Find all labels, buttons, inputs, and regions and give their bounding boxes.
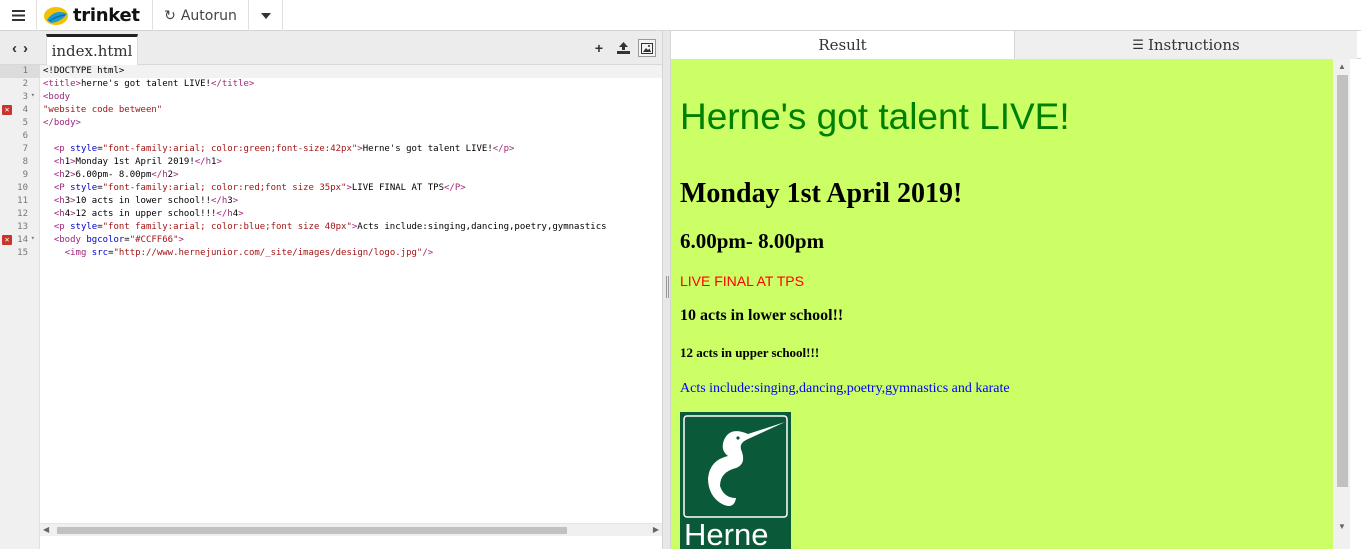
code-line[interactable]: <h2>6.00pm- 8.00pm</h2>	[43, 169, 179, 182]
line-number: 1	[0, 65, 40, 78]
line-number-text: 15	[17, 248, 28, 258]
tab-instructions[interactable]: ☰ Instructions	[1014, 31, 1357, 59]
menu-button[interactable]	[0, 0, 37, 31]
chevron-right-icon[interactable]: ›	[23, 40, 28, 57]
tab-result[interactable]: Result	[671, 31, 1014, 59]
code-line[interactable]: </body>	[43, 117, 81, 130]
line-number-text: 9	[22, 170, 28, 180]
code-line[interactable]: <!DOCTYPE html>	[43, 65, 124, 78]
top-toolbar: trinket ↻ Autorun	[0, 0, 1361, 31]
trinket-logo[interactable]: trinket	[37, 0, 153, 31]
rendered-heading-1: Monday 1st April 2019!	[680, 178, 963, 209]
line-number-text: 6	[22, 131, 28, 141]
line-number-text: 10	[17, 183, 28, 193]
code-editor-pane: ‹ › index.html + 1 2 3 ▾ ✕ 4 5 6 7 8 9 10 11 12 13 ✕ 14 ▾…	[0, 31, 662, 549]
line-number: 5	[0, 117, 40, 130]
hamburger-menu-icon	[11, 10, 25, 21]
image-icon[interactable]	[638, 39, 656, 57]
code-line[interactable]: <P style="font-family:arial; color:red;f…	[43, 182, 466, 195]
line-number-text: 11	[17, 196, 28, 206]
caret-down-icon	[260, 12, 271, 19]
line-number-text: 5	[22, 118, 28, 128]
code-line[interactable]: <p style="font-family:arial; color:green…	[43, 143, 515, 156]
tab-instructions-label: Instructions	[1147, 36, 1240, 54]
code-line[interactable]: <h4>12 acts in upper school!!!</h4>	[43, 208, 244, 221]
editor-tab-bar: ‹ › index.html +	[0, 31, 662, 65]
upload-icon[interactable]	[614, 39, 632, 57]
line-number-text: 1	[22, 66, 28, 76]
result-tab-bar: Result ☰ Instructions	[671, 31, 1361, 59]
plus-icon[interactable]: +	[590, 39, 608, 57]
horizontal-scroll-thumb[interactable]	[57, 527, 567, 534]
editor-tools: +	[590, 39, 656, 57]
rendered-blue-paragraph: Acts include:singing,dancing,poetry,gymn…	[680, 381, 1010, 396]
line-number-text: 14	[17, 235, 28, 245]
code-line[interactable]: <p style="font family:arial; color:blue;…	[43, 221, 607, 234]
code-line[interactable]: <h3>10 acts in lower school!!</h3>	[43, 195, 238, 208]
scroll-right-icon[interactable]: ▶	[653, 525, 659, 534]
trinket-logo-icon	[44, 6, 68, 25]
fold-arrow-icon[interactable]: ▾	[31, 234, 35, 242]
line-number: 8	[0, 156, 40, 169]
chevron-left-icon[interactable]: ‹	[12, 40, 17, 57]
rendered-heading-3: 10 acts in lower school!!	[680, 307, 844, 324]
vertical-scroll-thumb[interactable]	[1337, 75, 1348, 487]
line-number: 2	[0, 78, 40, 91]
line-number: 10	[0, 182, 40, 195]
line-number: ✕ 14 ▾	[0, 234, 40, 247]
line-number: 13	[0, 221, 40, 234]
rendered-heading-4: 12 acts in upper school!!!	[680, 345, 820, 360]
brand-name: trinket	[73, 5, 140, 26]
line-number-text: 7	[22, 144, 28, 154]
options-dropdown-button[interactable]	[249, 0, 283, 31]
rendered-red-paragraph: LIVE FINAL AT TPS	[680, 273, 804, 289]
line-number: 6	[0, 130, 40, 143]
logo-lettering: Herne	[684, 517, 768, 549]
line-number: 3 ▾	[0, 91, 40, 104]
line-number: ✕ 4	[0, 104, 40, 117]
code-line[interactable]: <title>herne's got talent LIVE!</title>	[43, 78, 254, 91]
rendered-title-paragraph: Herne's got talent LIVE!	[680, 96, 1070, 137]
error-marker-icon[interactable]: ✕	[2, 105, 12, 115]
fold-arrow-icon[interactable]: ▾	[31, 91, 35, 99]
line-number-text: 13	[17, 222, 28, 232]
error-marker-icon[interactable]: ✕	[2, 235, 12, 245]
code-line[interactable]: <body	[43, 91, 70, 104]
scroll-left-icon[interactable]: ◀	[43, 525, 49, 534]
file-tab-index-html[interactable]: index.html	[46, 34, 138, 65]
code-line[interactable]: <h1>Monday 1st April 2019!</h1>	[43, 156, 222, 169]
code-line[interactable]: <body bgcolor="#CCFF66">	[43, 234, 184, 247]
rendered-heading-2: 6.00pm- 8.00pm	[680, 229, 825, 253]
rendered-output: Herne's got talent LIVE! Monday 1st Apri…	[671, 59, 1333, 549]
result-pane: Result ☰ Instructions Herne's got talent…	[671, 31, 1361, 549]
autorun-button[interactable]: ↻ Autorun	[153, 0, 249, 31]
scroll-down-icon[interactable]: ▼	[1338, 522, 1346, 531]
line-number: 9	[0, 169, 40, 182]
autorun-label: Autorun	[180, 7, 237, 24]
code-area[interactable]: <!DOCTYPE html> <title>herne's got talent…	[40, 65, 662, 554]
line-number-text: 3	[22, 92, 28, 102]
line-number-gutter: 1 2 3 ▾ ✕ 4 5 6 7 8 9 10 11 12 13 ✕ 14 ▾ 15	[0, 65, 40, 549]
active-line-highlight	[40, 65, 662, 78]
list-icon: ☰	[1132, 37, 1144, 53]
refresh-icon: ↻	[164, 7, 176, 24]
scroll-up-icon[interactable]: ▲	[1338, 62, 1346, 71]
herne-logo-image: Herne	[680, 412, 791, 549]
file-nav-arrows[interactable]: ‹ ›	[0, 37, 40, 59]
line-number-text: 4	[22, 105, 28, 115]
line-number: 15	[0, 247, 40, 260]
code-line[interactable]: <img src="http://www.hernejunior.com/_si…	[43, 247, 434, 260]
splitter-grip-icon[interactable]	[666, 276, 669, 298]
pane-splitter[interactable]	[662, 31, 671, 549]
horizontal-scrollbar[interactable]: ◀ ▶	[40, 523, 662, 536]
line-number: 11	[0, 195, 40, 208]
code-line[interactable]: "website code between"	[43, 104, 162, 117]
line-number: 12	[0, 208, 40, 221]
line-number: 7	[0, 143, 40, 156]
line-number-text: 8	[22, 157, 28, 167]
line-number-text: 2	[22, 79, 28, 89]
vertical-scrollbar[interactable]: ▲ ▼	[1333, 59, 1350, 549]
line-number-text: 12	[17, 209, 28, 219]
